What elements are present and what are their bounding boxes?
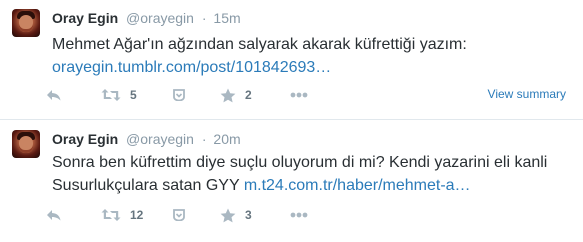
tweet-actions: 5 2 View summary [46, 84, 576, 106]
retweet-button[interactable]: 5 [101, 84, 137, 106]
favorite-star-icon [220, 208, 236, 222]
retweet-count: 12 [130, 208, 144, 222]
more-button[interactable] [290, 84, 308, 106]
save-button[interactable] [173, 84, 185, 106]
reply-icon [47, 90, 61, 101]
favorite-button[interactable]: 2 [220, 84, 252, 106]
separator-dot: · [201, 10, 207, 26]
reply-icon [47, 210, 61, 221]
more-icon [290, 212, 308, 218]
more-icon [290, 92, 308, 98]
tweet-divider [0, 119, 583, 120]
favorite-count: 3 [245, 208, 252, 222]
retweet-icon [101, 209, 121, 221]
favorite-star-icon [220, 88, 236, 102]
tweet-header: Oray Egin @orayegin · 15m [52, 9, 241, 27]
separator-dot: · [201, 131, 207, 147]
avatar[interactable] [12, 130, 40, 158]
tweet-text: Mehmet Ağar'ın ağzından salyarak akarak … [52, 33, 572, 79]
view-summary-link[interactable]: View summary [488, 86, 566, 102]
tweet[interactable]: Oray Egin @orayegin · 15m Mehmet Ağar'ın… [0, 0, 583, 120]
avatar[interactable] [12, 9, 40, 37]
retweet-count: 5 [130, 88, 137, 102]
tweet-header: Oray Egin @orayegin · 20m [52, 130, 241, 148]
retweet-button[interactable]: 12 [101, 204, 143, 226]
more-button[interactable] [290, 204, 308, 226]
author-username[interactable]: @orayegin [126, 131, 194, 147]
favorite-button[interactable]: 3 [220, 204, 252, 226]
reply-button[interactable] [46, 84, 62, 106]
tweet-text: Sonra ben küfrettim diye suçlu oluyorum … [52, 151, 572, 197]
tweet-timestamp[interactable]: 20m [213, 131, 240, 147]
tweet-text-content: Mehmet Ağar'ın ağzından salyarak akarak … [52, 36, 467, 53]
tweet-actions: 12 3 [46, 204, 576, 226]
retweet-icon [101, 89, 121, 101]
author-fullname[interactable]: Oray Egin [52, 131, 118, 147]
avatar-face [19, 136, 33, 153]
tweet-link[interactable]: m.t24.com.tr/haber/mehmet-a… [244, 177, 471, 194]
tweet-link[interactable]: orayegin.tumblr.com/post/101842693… [52, 59, 331, 76]
save-button[interactable] [173, 204, 185, 226]
save-icon [173, 209, 185, 221]
tweet[interactable]: Oray Egin @orayegin · 20m Sonra ben küfr… [0, 121, 583, 242]
favorite-count: 2 [245, 88, 252, 102]
tweet-timestamp[interactable]: 15m [213, 10, 240, 26]
avatar-face [19, 15, 33, 32]
author-fullname[interactable]: Oray Egin [52, 10, 118, 26]
author-username[interactable]: @orayegin [126, 10, 194, 26]
save-icon [173, 89, 185, 101]
reply-button[interactable] [46, 204, 62, 226]
